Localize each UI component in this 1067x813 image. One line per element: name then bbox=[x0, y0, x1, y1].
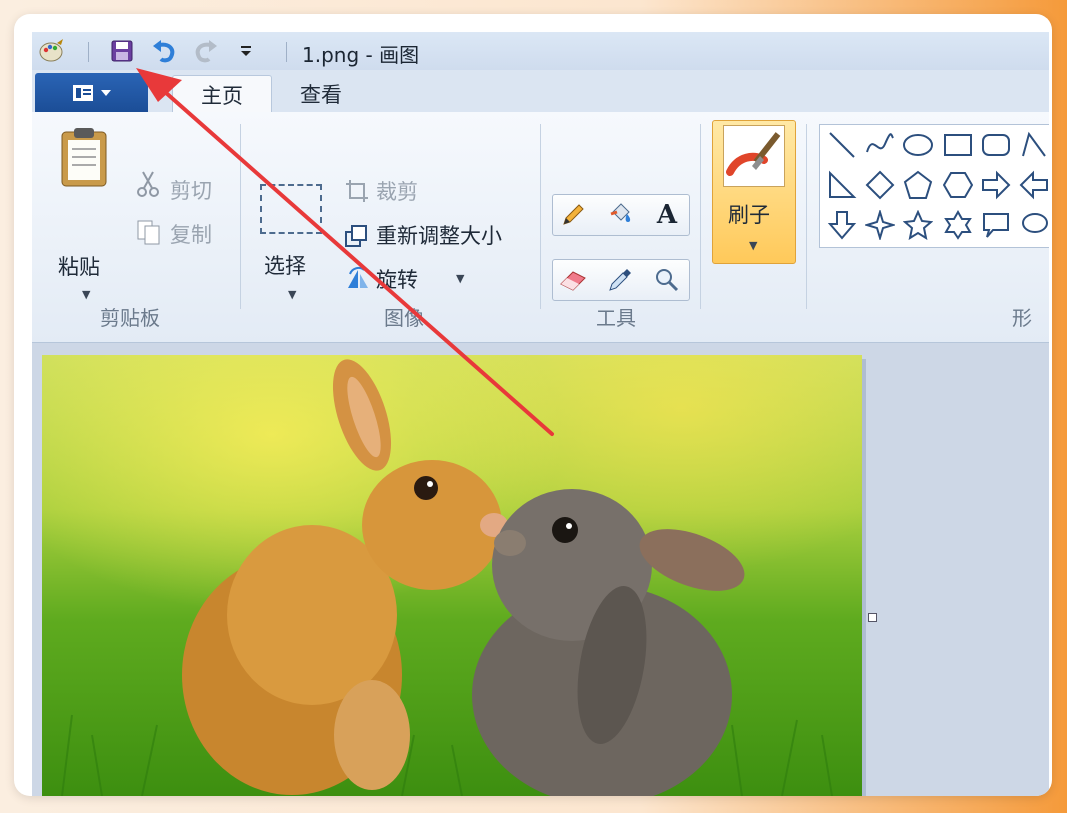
screenshot-card: 1.png - 画图 主页 查看 粘贴 ▼ 剪切 复制 剪贴板 选择 ▼ 裁剪 … bbox=[14, 14, 1052, 796]
annotation-arrow bbox=[136, 68, 554, 436]
paint-window: 1.png - 画图 主页 查看 粘贴 ▼ 剪切 复制 剪贴板 选择 ▼ 裁剪 … bbox=[32, 32, 1049, 796]
